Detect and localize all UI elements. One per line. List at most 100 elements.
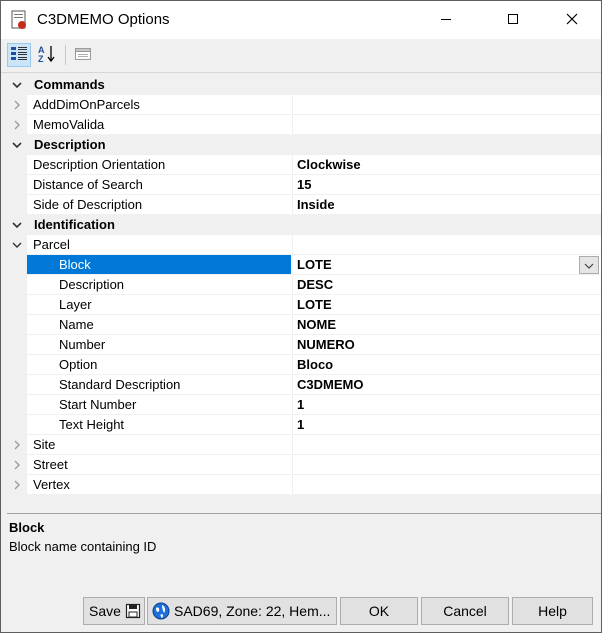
description-panel: Block Block name containing ID <box>7 513 601 587</box>
property-row-distance-of-search[interactable]: Distance of Search 15 <box>7 175 601 195</box>
maximize-button[interactable] <box>490 1 536 39</box>
category-label: Identification <box>34 217 115 232</box>
property-value-cell[interactable]: 15 <box>292 175 601 195</box>
property-name: Option <box>59 357 98 372</box>
property-value-cell[interactable]: 1 <box>292 415 601 435</box>
save-button[interactable]: Save <box>83 597 145 625</box>
property-value: C3DMEMO <box>297 377 364 392</box>
alphabetical-button[interactable]: A Z <box>35 43 59 67</box>
property-name-cell: Side of Description <box>27 195 291 215</box>
chevron-down-icon <box>11 139 23 151</box>
property-name: Vertex <box>33 477 70 492</box>
close-icon <box>566 13 578 28</box>
description-title: Block <box>9 520 45 535</box>
property-value-cell[interactable] <box>292 455 601 475</box>
minimize-button[interactable] <box>423 1 469 39</box>
property-value-cell[interactable]: NOME <box>292 315 601 335</box>
expand-toggle[interactable] <box>7 115 27 135</box>
property-row-adddimonparcels[interactable]: AddDimOnParcels <box>7 95 601 115</box>
property-name-cell: Street <box>27 455 291 475</box>
help-label: Help <box>538 603 567 619</box>
property-value-cell[interactable]: LOTE <box>292 255 601 275</box>
property-value-cell[interactable] <box>292 115 601 135</box>
category-commands[interactable]: Commands <box>7 75 601 95</box>
property-name: AddDimOnParcels <box>33 97 140 112</box>
property-value-cell[interactable] <box>292 475 601 495</box>
property-name-cell: Start Number <box>27 395 291 415</box>
window-title: C3DMEMO Options <box>37 11 170 28</box>
collapse-toggle[interactable] <box>7 235 27 255</box>
property-name: Text Height <box>59 417 125 432</box>
category-identification[interactable]: Identification <box>7 215 601 235</box>
chevron-right-icon <box>11 479 23 491</box>
property-row-vertex[interactable]: Vertex <box>7 475 601 495</box>
property-row-name[interactable]: Name NOME <box>7 315 601 335</box>
categorized-button[interactable] <box>7 43 31 67</box>
ok-button[interactable]: OK <box>340 597 418 625</box>
property-name-cell: Text Height <box>27 415 291 435</box>
property-name-cell: Option <box>27 355 291 375</box>
property-name-cell: Standard Description <box>27 375 291 395</box>
property-pages-button[interactable] <box>71 43 95 67</box>
property-value-cell[interactable]: Inside <box>292 195 601 215</box>
category-label: Commands <box>34 77 105 92</box>
property-name-cell: MemoValida <box>27 115 291 135</box>
property-row-block[interactable]: Block LOTE <box>7 255 601 275</box>
property-value: Inside <box>297 197 335 212</box>
property-grid-toolbar: A Z <box>1 39 601 73</box>
property-name-cell: Distance of Search <box>27 175 291 195</box>
row-margin <box>7 375 27 395</box>
property-value-cell[interactable]: LOTE <box>292 295 601 315</box>
property-value-cell[interactable]: Clockwise <box>292 155 601 175</box>
close-button[interactable] <box>549 1 595 39</box>
property-value-cell[interactable]: NUMERO <box>292 335 601 355</box>
property-name-cell: Number <box>27 335 291 355</box>
row-margin <box>7 295 27 315</box>
property-row-option[interactable]: Option Bloco <box>7 355 601 375</box>
property-name-cell: Name <box>27 315 291 335</box>
property-value-cell[interactable]: 1 <box>292 395 601 415</box>
expand-toggle[interactable] <box>7 455 27 475</box>
property-row-layer[interactable]: Layer LOTE <box>7 295 601 315</box>
property-row-street[interactable]: Street <box>7 455 601 475</box>
floppy-disk-icon <box>125 603 141 619</box>
property-value-cell[interactable]: Bloco <box>292 355 601 375</box>
description-text: Block name containing ID <box>9 539 157 554</box>
row-margin <box>7 355 27 375</box>
property-row-number[interactable]: Number NUMERO <box>7 335 601 355</box>
property-row-parcel[interactable]: Parcel <box>7 235 601 255</box>
expand-toggle[interactable] <box>7 475 27 495</box>
chevron-down-icon <box>11 239 23 251</box>
property-row-parcel-description[interactable]: Description DESC <box>7 275 601 295</box>
expand-toggle[interactable] <box>7 435 27 455</box>
chevron-right-icon <box>11 119 23 131</box>
property-value-cell[interactable] <box>292 95 601 115</box>
cancel-button[interactable]: Cancel <box>421 597 509 625</box>
category-description[interactable]: Description <box>7 135 601 155</box>
chevron-down-icon <box>11 79 23 91</box>
coordinate-system-button[interactable]: SAD69, Zone: 22, Hem... <box>147 597 337 625</box>
chevron-down-icon <box>584 258 594 273</box>
property-row-memovalida[interactable]: MemoValida <box>7 115 601 135</box>
help-button[interactable]: Help <box>512 597 593 625</box>
collapse-toggle[interactable] <box>7 75 27 95</box>
property-value-cell[interactable]: DESC <box>292 275 601 295</box>
property-grid: Commands AddDimOnParcels MemoValida Desc… <box>7 75 601 495</box>
property-value: 15 <box>297 177 312 192</box>
property-value-cell[interactable]: C3DMEMO <box>292 375 601 395</box>
property-row-standard-description[interactable]: Standard Description C3DMEMO <box>7 375 601 395</box>
property-row-site[interactable]: Site <box>7 435 601 455</box>
dropdown-button[interactable] <box>579 256 599 274</box>
property-row-text-height[interactable]: Text Height 1 <box>7 415 601 435</box>
collapse-toggle[interactable] <box>7 135 27 155</box>
property-row-side-of-description[interactable]: Side of Description Inside <box>7 195 601 215</box>
app-icon <box>11 10 27 30</box>
property-row-start-number[interactable]: Start Number 1 <box>7 395 601 415</box>
property-row-description-orientation[interactable]: Description Orientation Clockwise <box>7 155 601 175</box>
row-margin <box>7 175 27 195</box>
row-margin <box>7 195 27 215</box>
ok-label: OK <box>368 603 390 619</box>
collapse-toggle[interactable] <box>7 215 27 235</box>
expand-toggle[interactable] <box>7 95 27 115</box>
property-value-cell[interactable] <box>292 435 601 455</box>
